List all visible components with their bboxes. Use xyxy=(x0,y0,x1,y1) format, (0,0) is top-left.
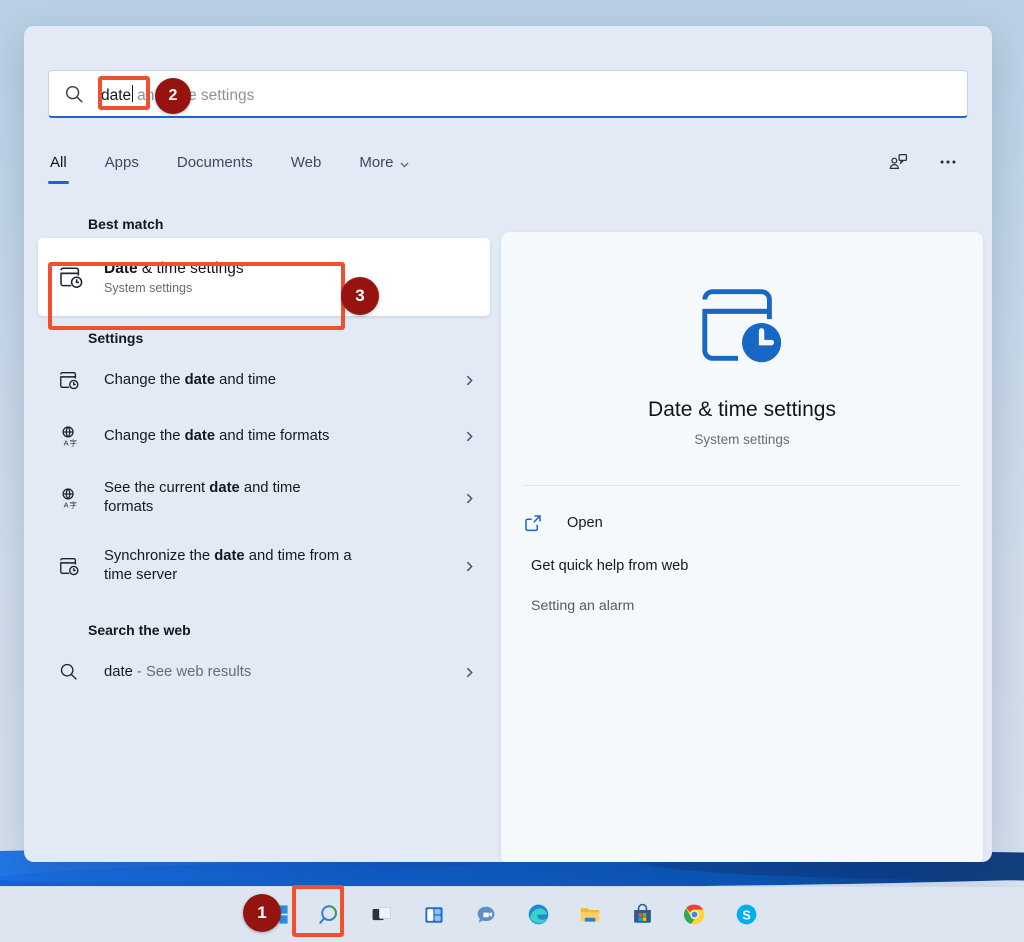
svg-text:A: A xyxy=(64,439,69,447)
tab-web-label: Web xyxy=(291,154,322,171)
search-typed-text: date xyxy=(101,87,131,105)
tab-documents-label: Documents xyxy=(177,154,253,171)
language-region-icon: A 字 xyxy=(58,487,80,509)
taskbar: S xyxy=(0,886,1024,942)
windows-search-panel: dateand time settings All Apps Documents… xyxy=(24,26,992,862)
chevron-right-icon xyxy=(463,492,476,505)
settings-item-sync-time-server[interactable]: Synchronize the date and time from a tim… xyxy=(38,532,490,600)
tab-all-label: All xyxy=(50,154,67,171)
annotation-badge-3: 3 xyxy=(341,277,379,315)
settings-item-change-date-time-formats[interactable]: A 字 Change the date and time formats xyxy=(38,408,490,464)
chevron-down-icon xyxy=(399,157,410,168)
search-filter-tabs: All Apps Documents Web More xyxy=(48,138,968,186)
preview-title: Date & time settings xyxy=(501,398,983,422)
preview-subtitle: System settings xyxy=(501,432,983,447)
web-search-result-date[interactable]: date - See web results xyxy=(38,644,490,700)
search-icon xyxy=(63,83,85,105)
settings-item-1-prefix: Change the xyxy=(104,428,185,444)
calendar-clock-icon xyxy=(58,264,84,290)
settings-item-1-suffix: and time formats xyxy=(215,428,329,444)
settings-item-1-bold: date xyxy=(185,428,215,444)
preview-divider xyxy=(523,485,961,486)
text-caret xyxy=(132,85,133,102)
chevron-right-icon xyxy=(463,560,476,573)
chat-button[interactable] xyxy=(464,893,508,937)
open-button[interactable]: Open xyxy=(523,500,961,546)
settings-item-3-bold: date xyxy=(214,548,244,564)
tab-all[interactable]: All xyxy=(48,150,69,175)
search-the-web-header: Search the web xyxy=(88,622,490,638)
result-preview-panel: Date & time settings System settings Ope… xyxy=(501,232,983,862)
skype-button[interactable]: S xyxy=(724,893,768,937)
svg-text:字: 字 xyxy=(70,501,77,509)
settings-item-0-bold: date xyxy=(185,372,215,388)
settings-item-3-prefix: Synchronize the xyxy=(104,548,214,564)
chevron-right-icon xyxy=(463,430,476,443)
tab-more[interactable]: More xyxy=(357,150,411,175)
task-view-button[interactable] xyxy=(360,893,404,937)
chevron-right-icon xyxy=(463,666,476,679)
external-link-icon xyxy=(523,513,543,533)
open-button-label: Open xyxy=(567,515,603,531)
settings-item-2-prefix: See the current xyxy=(104,480,209,496)
settings-item-0-prefix: Change the xyxy=(104,372,185,388)
settings-section-header: Settings xyxy=(88,330,490,346)
web-search-suffix: - See web results xyxy=(133,664,251,680)
annotation-badge-1: 1 xyxy=(243,894,281,932)
search-button[interactable] xyxy=(308,893,352,937)
best-match-title-bold: Date xyxy=(104,260,138,277)
best-match-subtitle: System settings xyxy=(104,281,244,295)
microsoft-store-button[interactable] xyxy=(620,893,664,937)
widgets-button[interactable] xyxy=(412,893,456,937)
best-match-header: Best match xyxy=(88,216,490,232)
best-match-title-rest: & time settings xyxy=(138,260,244,277)
settings-item-change-date-time[interactable]: Change the date and time xyxy=(38,352,490,408)
svg-text:S: S xyxy=(742,908,750,922)
search-results-list: Best match Date & time settings System s… xyxy=(38,208,490,862)
annotation-badge-2: 2 xyxy=(155,78,191,114)
feedback-icon[interactable] xyxy=(882,146,914,178)
tab-documents[interactable]: Documents xyxy=(175,150,255,175)
settings-item-2-bold: date xyxy=(209,480,239,496)
language-region-icon: A 字 xyxy=(58,425,80,447)
quick-help-link-setting-an-alarm[interactable]: Setting an alarm xyxy=(531,598,961,614)
settings-item-0-suffix: and time xyxy=(215,372,276,388)
chevron-right-icon xyxy=(463,374,476,387)
calendar-clock-icon xyxy=(58,369,80,391)
tab-apps-label: Apps xyxy=(105,154,139,171)
edge-button[interactable] xyxy=(516,893,560,937)
quick-help-header: Get quick help from web xyxy=(531,558,961,574)
svg-text:字: 字 xyxy=(70,439,77,447)
calendar-clock-large-icon xyxy=(501,278,983,372)
tab-more-label: More xyxy=(359,154,393,171)
svg-text:A: A xyxy=(64,501,69,509)
more-options-icon[interactable] xyxy=(932,146,964,178)
best-match-result-date-time-settings[interactable]: Date & time settings System settings xyxy=(38,238,490,316)
file-explorer-button[interactable] xyxy=(568,893,612,937)
tab-web[interactable]: Web xyxy=(289,150,324,175)
web-search-query: date xyxy=(104,664,133,680)
chrome-button[interactable] xyxy=(672,893,716,937)
settings-item-see-current-formats[interactable]: A 字 See the current date and time format… xyxy=(38,464,490,532)
tab-apps[interactable]: Apps xyxy=(103,150,141,175)
calendar-clock-icon xyxy=(58,555,80,577)
search-icon xyxy=(58,661,80,683)
